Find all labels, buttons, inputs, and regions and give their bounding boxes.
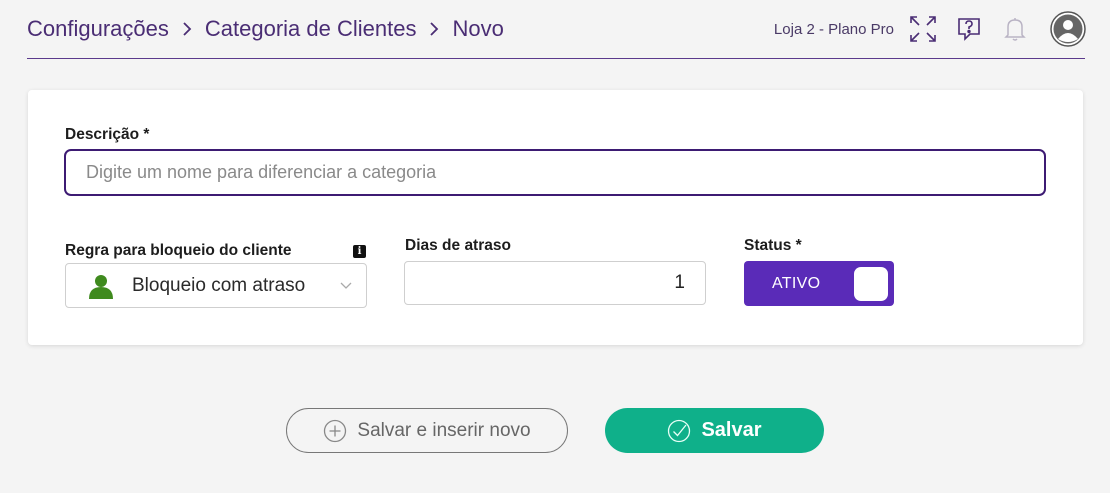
bell-icon[interactable]	[1000, 14, 1030, 44]
top-bar: Configurações Categoria de Clientes Novo…	[0, 0, 1110, 60]
block-rule-selected-value: Bloqueio com atraso	[132, 274, 306, 296]
breadcrumb-item-configuracoes[interactable]: Configurações	[27, 16, 169, 42]
header-actions: Loja 2 - Plano Pro	[774, 11, 1086, 47]
delay-days-input[interactable]	[404, 261, 706, 305]
breadcrumb-item-categoria[interactable]: Categoria de Clientes	[205, 16, 417, 42]
breadcrumb: Configurações Categoria de Clientes Novo	[27, 16, 504, 42]
plus-circle-icon	[323, 419, 347, 443]
chevron-right-icon	[181, 21, 193, 37]
status-toggle[interactable]: ATIVO	[744, 261, 894, 306]
delay-days-label: Dias de atraso	[405, 237, 511, 254]
info-icon[interactable]: i	[353, 245, 366, 258]
header-divider	[27, 58, 1085, 59]
chevron-down-icon	[340, 282, 352, 290]
check-circle-icon	[667, 419, 691, 443]
breadcrumb-item-novo: Novo	[452, 16, 504, 41]
store-plan-label[interactable]: Loja 2 - Plano Pro	[774, 21, 894, 38]
save-label: Salvar	[701, 419, 762, 441]
chevron-right-icon	[428, 21, 440, 37]
status-label: Status *	[744, 237, 802, 254]
save-and-new-label: Salvar e inserir novo	[357, 419, 531, 441]
description-label: Descrição *	[65, 126, 150, 143]
status-toggle-label: ATIVO	[772, 274, 821, 292]
toggle-knob	[854, 266, 888, 301]
fullscreen-icon[interactable]	[908, 14, 938, 44]
form-card: Descrição * Regra para bloqueio do clien…	[28, 90, 1083, 345]
help-icon[interactable]	[954, 14, 984, 44]
block-rule-select[interactable]: Bloqueio com atraso	[65, 263, 367, 308]
save-button[interactable]: Salvar	[605, 408, 824, 453]
description-input[interactable]	[64, 149, 1046, 196]
block-rule-label: Regra para bloqueio do cliente	[65, 242, 292, 259]
avatar-icon[interactable]	[1050, 11, 1086, 47]
save-and-new-button[interactable]: Salvar e inserir novo	[286, 408, 568, 453]
person-icon	[88, 273, 114, 299]
